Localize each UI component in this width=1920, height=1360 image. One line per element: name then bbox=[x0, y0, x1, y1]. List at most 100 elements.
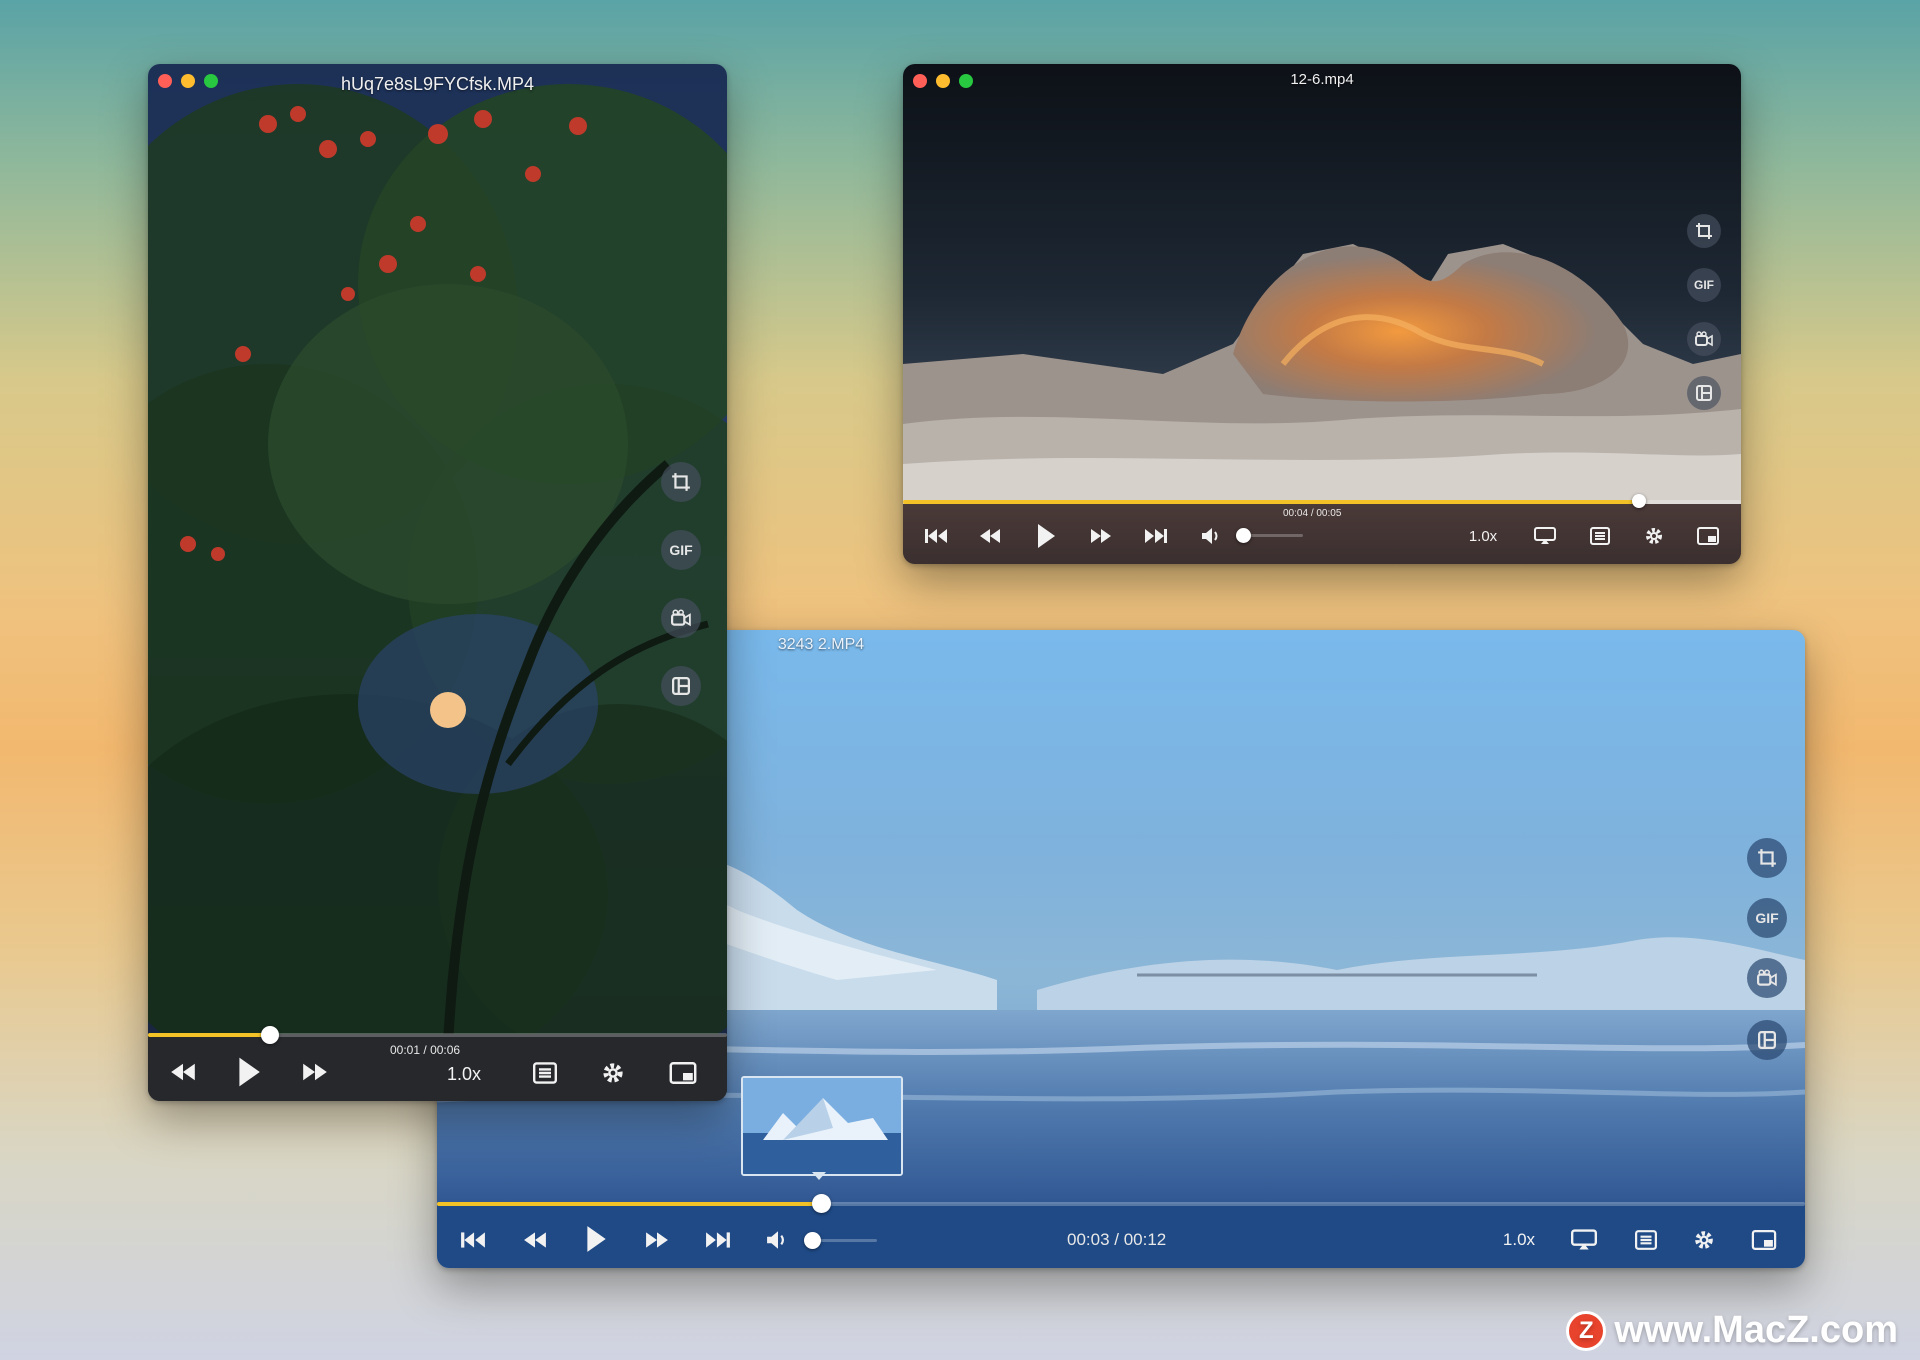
playlist-button[interactable] bbox=[1586, 524, 1614, 548]
time-display: 00:04 / 00:05 bbox=[1283, 508, 1341, 519]
skip-forward-button[interactable] bbox=[1141, 524, 1171, 548]
settings-button[interactable] bbox=[1640, 524, 1668, 548]
airplay-icon bbox=[1571, 1229, 1597, 1250]
airplay-button[interactable] bbox=[1568, 1226, 1600, 1254]
layout-icon bbox=[1696, 385, 1712, 401]
control-bar: 00:03 / 00:12 1.0x bbox=[437, 1194, 1805, 1268]
volume-button[interactable] bbox=[763, 1226, 793, 1254]
playlist-icon bbox=[533, 1062, 557, 1084]
play-button[interactable] bbox=[232, 1053, 266, 1091]
watermark: Z www.MacZ.com bbox=[1566, 1309, 1898, 1352]
macz-logo: Z bbox=[1566, 1310, 1607, 1351]
airplay-button[interactable] bbox=[1531, 524, 1559, 548]
playlist-button[interactable] bbox=[528, 1059, 562, 1087]
player-window-tree[interactable]: hUq7e8sL9FYCfsk.MP4 GIF 00:01 / 00:06 1.… bbox=[148, 64, 727, 1101]
gif-button[interactable]: GIF bbox=[1747, 898, 1787, 938]
play-button[interactable] bbox=[580, 1222, 612, 1256]
play-button[interactable] bbox=[1031, 520, 1061, 552]
volume-handle[interactable] bbox=[1236, 528, 1251, 543]
window-controls bbox=[913, 74, 973, 88]
pip-button[interactable] bbox=[1694, 524, 1722, 548]
progress-bar[interactable] bbox=[148, 1033, 727, 1037]
rewind-button[interactable] bbox=[166, 1057, 200, 1087]
close-button[interactable] bbox=[913, 74, 927, 88]
thumbnail-pointer bbox=[812, 1172, 826, 1180]
crop-icon bbox=[672, 473, 690, 491]
record-button[interactable] bbox=[661, 598, 701, 638]
rewind-button[interactable] bbox=[519, 1226, 551, 1254]
speaker-icon bbox=[767, 1231, 784, 1249]
rewind-button[interactable] bbox=[975, 524, 1005, 548]
skip-back-icon bbox=[461, 1232, 485, 1248]
progress-fill bbox=[903, 500, 1641, 504]
close-button[interactable] bbox=[158, 74, 172, 88]
playlist-button[interactable] bbox=[1630, 1226, 1662, 1254]
skip-forward-icon bbox=[706, 1232, 730, 1248]
gear-icon bbox=[1646, 528, 1662, 544]
layout-button[interactable] bbox=[1747, 1020, 1787, 1060]
gif-label: GIF bbox=[1755, 910, 1779, 926]
progress-handle[interactable] bbox=[812, 1194, 831, 1213]
record-button[interactable] bbox=[1687, 322, 1721, 356]
pip-button[interactable] bbox=[666, 1059, 700, 1087]
progress-fill bbox=[148, 1033, 264, 1037]
pip-button[interactable] bbox=[1748, 1226, 1780, 1254]
zoom-button[interactable] bbox=[204, 74, 218, 88]
airplay-icon bbox=[1534, 527, 1556, 544]
pip-icon bbox=[1751, 1230, 1777, 1250]
player-window-desert[interactable]: 12-6.mp4 GIF 00:04 / 00:05 1.0x bbox=[903, 64, 1741, 564]
progress-bar[interactable] bbox=[903, 500, 1741, 504]
gif-label: GIF bbox=[669, 542, 693, 558]
gif-button[interactable]: GIF bbox=[1687, 268, 1721, 302]
skip-forward-button[interactable] bbox=[702, 1226, 734, 1254]
progress-bar[interactable] bbox=[437, 1202, 1805, 1206]
layout-button[interactable] bbox=[1687, 376, 1721, 410]
window-title: 3243 2.MP4 bbox=[777, 636, 865, 653]
progress-handle[interactable] bbox=[261, 1026, 279, 1044]
thumbnail-preview bbox=[741, 1076, 903, 1176]
fast-forward-icon bbox=[1091, 529, 1111, 543]
fast-forward-button[interactable] bbox=[641, 1226, 673, 1254]
play-icon bbox=[587, 1226, 606, 1252]
speaker-icon bbox=[1202, 528, 1218, 544]
playlist-icon bbox=[1635, 1230, 1657, 1250]
crop-button[interactable] bbox=[1687, 214, 1721, 248]
fast-forward-button[interactable] bbox=[298, 1057, 332, 1087]
fast-forward-button[interactable] bbox=[1086, 524, 1116, 548]
speed-button[interactable]: 1.0x bbox=[442, 1061, 486, 1087]
speed-button[interactable]: 1.0x bbox=[1463, 524, 1503, 548]
record-button[interactable] bbox=[1747, 958, 1787, 998]
fast-forward-icon bbox=[303, 1063, 327, 1081]
settings-button[interactable] bbox=[1688, 1226, 1720, 1254]
time-display: 00:01 / 00:06 bbox=[390, 1043, 460, 1057]
settings-button[interactable] bbox=[596, 1059, 630, 1087]
layout-icon bbox=[672, 677, 690, 695]
volume-handle[interactable] bbox=[804, 1232, 821, 1249]
skip-back-icon bbox=[925, 529, 947, 543]
gear-icon bbox=[1695, 1231, 1713, 1249]
skip-forward-icon bbox=[1145, 529, 1167, 543]
skip-back-button[interactable] bbox=[921, 524, 951, 548]
rewind-icon bbox=[524, 1232, 546, 1248]
skip-back-button[interactable] bbox=[457, 1226, 489, 1254]
camera-icon bbox=[1757, 969, 1777, 987]
crop-icon bbox=[1758, 849, 1776, 867]
minimize-button[interactable] bbox=[181, 74, 195, 88]
volume-slider[interactable] bbox=[1243, 534, 1303, 537]
minimize-button[interactable] bbox=[936, 74, 950, 88]
layout-icon bbox=[1758, 1031, 1776, 1049]
volume-button[interactable] bbox=[1198, 524, 1226, 548]
camera-icon bbox=[671, 609, 691, 627]
gif-button[interactable]: GIF bbox=[661, 530, 701, 570]
crop-button[interactable] bbox=[661, 462, 701, 502]
crop-icon bbox=[1696, 223, 1712, 239]
fast-forward-icon bbox=[646, 1232, 668, 1248]
layout-button[interactable] bbox=[661, 666, 701, 706]
time-current: 00:01 bbox=[390, 1043, 421, 1057]
crop-button[interactable] bbox=[1747, 838, 1787, 878]
zoom-button[interactable] bbox=[959, 74, 973, 88]
speed-button[interactable]: 1.0x bbox=[1497, 1228, 1541, 1252]
time-display: 00:03 / 00:12 bbox=[1067, 1230, 1167, 1249]
camera-icon bbox=[1695, 331, 1713, 347]
progress-handle[interactable] bbox=[1632, 494, 1646, 508]
